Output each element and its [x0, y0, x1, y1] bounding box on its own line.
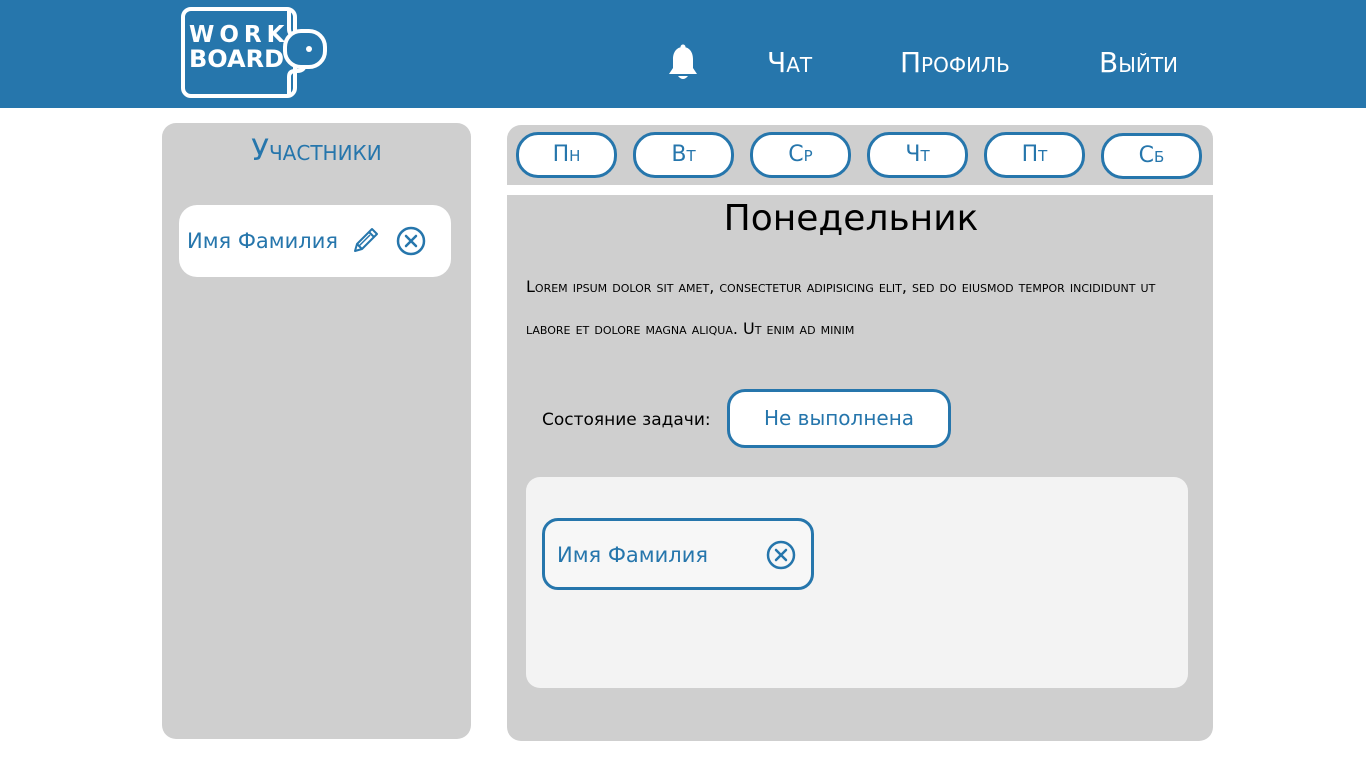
day-title: Понедельник	[723, 198, 979, 239]
tab-saturday[interactable]: Сб	[1101, 133, 1202, 179]
nav-logout-link[interactable]: Выйти	[1099, 46, 1178, 79]
tab-thursday[interactable]: Чт	[867, 132, 968, 178]
member-name: Имя Фамилия	[187, 229, 338, 253]
tabs-divider	[507, 185, 1213, 195]
tab-monday[interactable]: Пн	[516, 132, 617, 178]
logo-line-1: WORK	[189, 22, 290, 48]
tab-tuesday[interactable]: Вт	[633, 132, 734, 178]
task-description: Lorem ipsum dolor sit amet, consectetur …	[526, 277, 1156, 338]
status-label: Состояние задачи:	[542, 410, 711, 430]
close-circle-icon[interactable]	[396, 226, 426, 256]
logo-line-2: BOARD	[189, 45, 285, 73]
pencil-icon[interactable]	[350, 224, 382, 256]
nav-profile-link[interactable]: Профиль	[900, 46, 1010, 79]
logo-text: WORK BOARD	[189, 23, 289, 71]
status-button[interactable]: Не выполнена	[727, 389, 951, 448]
tab-friday[interactable]: Пт	[984, 132, 1085, 178]
assignee-name: Имя Фамилия	[557, 543, 708, 567]
nav-chat-link[interactable]: Чат	[767, 46, 812, 79]
tab-wednesday[interactable]: Ср	[750, 132, 851, 178]
bell-icon[interactable]	[666, 44, 700, 82]
close-circle-icon[interactable]	[766, 540, 796, 570]
